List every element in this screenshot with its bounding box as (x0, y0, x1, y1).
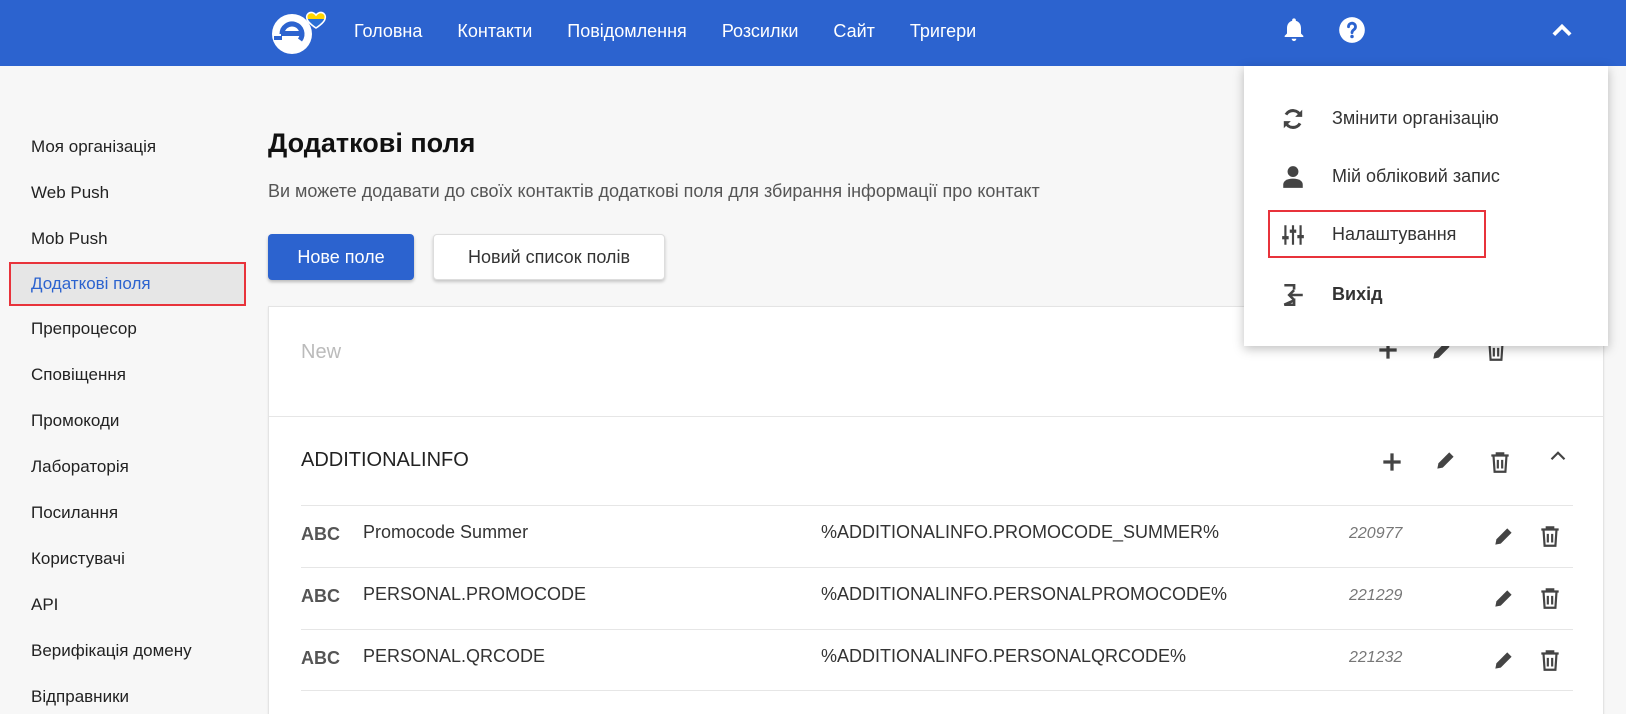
field-name: PERSONAL.QRCODE (363, 646, 546, 666)
menu-item-label: Змінити організацію (1332, 108, 1499, 128)
pencil-icon[interactable] (1491, 523, 1517, 549)
nav-item-site[interactable]: Сайт (833, 21, 875, 42)
sidebar-item-mob-push[interactable]: Mob Push (0, 216, 250, 262)
field-variable: %ADDITIONALINFO.PROMOCODE_SUMMER% (821, 522, 1220, 542)
field-name: PERSONAL.PROMOCODE (363, 584, 587, 604)
pencil-icon[interactable] (1491, 647, 1517, 673)
sync-icon (1283, 109, 1303, 129)
sidebar-item-domain-verification[interactable]: Верифікація домену (0, 628, 250, 674)
trash-icon[interactable] (1487, 449, 1513, 475)
menu-item-logout[interactable]: Вихід (1244, 266, 1608, 322)
sidebar-item-users[interactable]: Користувачі (0, 536, 250, 582)
top-navbar: Головна Контакти Повідомлення Розсилки С… (0, 0, 1626, 66)
group-name: ADDITIONALINFO (301, 449, 469, 471)
new-field-button[interactable]: Нове поле (268, 234, 414, 280)
trash-icon[interactable] (1537, 647, 1563, 673)
menu-item-my-account[interactable]: Мій обліковий запис (1244, 148, 1608, 204)
sidebar-item-promocodes[interactable]: Промокоди (0, 398, 250, 444)
add-icon[interactable] (1379, 449, 1405, 475)
table-row: ABC Promocode Summer %ADDITIONALINFO.PRO… (301, 505, 1573, 567)
sliders-icon (1282, 225, 1304, 245)
trash-icon[interactable] (1537, 523, 1563, 549)
nav-item-triggers[interactable]: Тригери (910, 21, 976, 42)
help-icon[interactable] (1338, 16, 1366, 44)
sidebar-item-api[interactable]: API (0, 582, 250, 628)
sidebar-item-my-organization[interactable]: Моя організація (0, 124, 250, 170)
sidebar-item-notifications[interactable]: Сповіщення (0, 352, 250, 398)
account-dropdown-menu: Змінити організацію Мій обліковий запис … (1244, 66, 1608, 346)
nav-item-home[interactable]: Головна (354, 21, 422, 42)
settings-sidebar: Моя організація Web Push Mob Push Додатк… (0, 124, 250, 714)
menu-item-label: Налаштування (1332, 224, 1457, 244)
sidebar-item-additional-fields[interactable]: Додаткові поля (9, 262, 246, 306)
field-variable: %ADDITIONALINFO.PERSONALPROMOCODE% (821, 584, 1228, 604)
sidebar-item-links[interactable]: Посилання (0, 490, 250, 536)
field-id: 220977 (1349, 525, 1403, 542)
trash-icon[interactable] (1537, 585, 1563, 611)
menu-item-settings[interactable]: Налаштування (1244, 206, 1608, 262)
app-logo-icon[interactable] (270, 8, 340, 58)
page-title: Додаткові поля (268, 128, 476, 158)
group-name: New (301, 341, 342, 363)
nav-item-campaigns[interactable]: Розсилки (722, 21, 799, 42)
field-id: 221229 (1349, 587, 1403, 604)
table-row: ABC PERSONAL.PROMOCODE %ADDITIONALINFO.P… (301, 567, 1573, 629)
bell-icon[interactable] (1280, 16, 1308, 44)
field-name: Promocode Summer (363, 522, 529, 542)
table-row: ABC PERSONAL.QRCODE %ADDITIONALINFO.PERS… (301, 629, 1573, 691)
field-variable: %ADDITIONALINFO.PERSONALQRCODE% (821, 646, 1187, 666)
sidebar-item-laboratory[interactable]: Лабораторія (0, 444, 250, 490)
nav-item-contacts[interactable]: Контакти (457, 21, 532, 42)
new-field-list-button[interactable]: Новий список полів (433, 234, 665, 280)
menu-item-label: Вихід (1332, 284, 1383, 304)
field-id: 221232 (1349, 649, 1403, 666)
user-icon (1283, 166, 1303, 188)
chevron-up-icon[interactable] (1545, 443, 1571, 469)
menu-item-label: Мій обліковий запис (1332, 166, 1500, 186)
chevron-up-icon[interactable] (1548, 16, 1576, 44)
menu-item-change-organization[interactable]: Змінити організацію (1244, 90, 1608, 146)
nav-item-messages[interactable]: Повідомлення (567, 21, 687, 42)
sidebar-item-senders[interactable]: Відправники (0, 674, 250, 714)
pencil-icon[interactable] (1491, 585, 1517, 611)
page-subtitle: Ви можете додавати до своїх контактів до… (268, 181, 1040, 201)
fields-panel: New ADDITIONALINFO ABC Promocode Summer … (268, 306, 1604, 714)
field-type: ABC (301, 524, 340, 544)
logout-icon (1283, 283, 1303, 307)
main-nav: Головна Контакти Повідомлення Розсилки С… (354, 0, 1011, 62)
field-type: ABC (301, 648, 340, 668)
sidebar-item-preprocessor[interactable]: Препроцесор (0, 306, 250, 352)
sidebar-item-web-push[interactable]: Web Push (0, 170, 250, 216)
field-type: ABC (301, 586, 340, 606)
pencil-icon[interactable] (1433, 447, 1459, 473)
